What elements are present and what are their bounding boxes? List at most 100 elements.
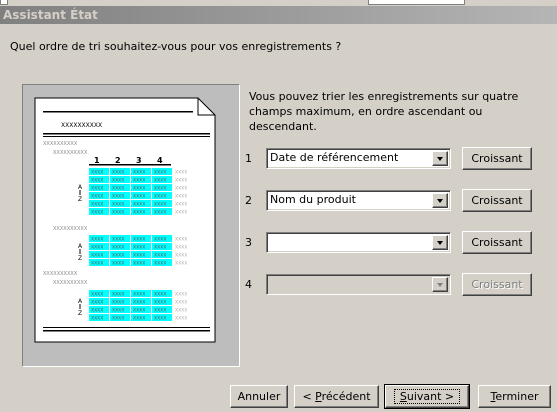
sort-number-2: 2 [245,194,252,207]
preview-cell-text: XXXX [154,292,166,298]
previous-button[interactable]: < Précédent [294,385,379,408]
sort-description: Vous pouvez trier les enregistrements su… [249,90,519,133]
sort-number-4: 4 [245,278,252,291]
preview-cell-text: XXXX [133,300,145,306]
sort-number-3: 3 [245,236,252,249]
preview-cell-text: XXXX [154,308,166,314]
finish-label: erminer [495,390,539,403]
cancel-button[interactable]: Annuler [230,385,288,408]
preview-cell-text: XXXX [112,186,124,192]
preview-cell-text: XXXX [91,237,103,243]
preview-cell-text: XXXX [133,194,145,200]
preview-cell-text: XXXX [175,245,187,251]
preview-cell-text: XXXX [175,253,187,259]
next-accesskey: S [399,390,407,403]
preview-cell-text: XXXX [154,237,166,243]
preview-cell-text: XXXX [112,292,124,298]
preview-cell-text: XXXX [175,202,187,208]
sort-number-1: 1 [245,152,252,165]
preview-cell-text: XXXX [91,245,103,251]
preview-column-header: 3 [136,156,142,165]
parent-field-right [368,0,465,5]
sort-field-1-value: Date de référencement [270,151,399,164]
next-button[interactable]: Suivant > [384,384,470,409]
preview-cell-text: XXXX [154,186,166,192]
preview-cell-text: XXXX [91,316,103,322]
sort-order-2-button[interactable]: Croissant [462,189,532,212]
preview-title-text: XXXXXXXXXX [61,122,102,129]
window-title: Assistant État [3,8,98,22]
chevron-down-icon[interactable] [432,193,448,208]
preview-cell-text: XXXX [175,300,187,306]
preview-cell-text: XXXX [154,245,166,251]
preview-cell-text: XXXX [175,292,187,298]
preview-cell-text: XXXX [112,261,124,267]
preview-cell-text: XXXX [175,178,187,184]
preview-group-label: XXXXXXXXXX [53,226,88,232]
preview-cell-text: XXXX [112,202,124,208]
preview-cell-text: XXXX [154,202,166,208]
sort-order-4-button: Croissant [462,273,532,296]
preview-group-label: XXXXXXXXXX [43,141,78,147]
preview-cell-text: XXXX [112,194,124,200]
preview-cell-text: XXXX [175,210,187,216]
preview-rule [43,111,193,113]
preview-group-label: XXXXXXXXXX [53,280,88,286]
preview-cell-text: XXXX [154,253,166,259]
chevron-down-icon[interactable] [432,151,448,166]
preview-cell-text: XXXX [154,316,166,322]
preview-rule [43,330,210,332]
preview-cell-text: XXXX [175,194,187,200]
preview-cell-text: XXXX [112,316,124,322]
preview-cell-text: XXXX [154,194,166,200]
preview-cell-text: XXXX [133,186,145,192]
preview-page [34,97,216,343]
preview-cell-text: XXXX [91,261,103,267]
preview-column-header: 2 [115,156,121,165]
preview-cell-text: XXXX [133,210,145,216]
preview-cell-text: XXXX [91,202,103,208]
preview-cell-text: XXXX [154,300,166,306]
finish-button[interactable]: Terminer [478,385,551,408]
preview-header-rule [89,164,171,166]
preview-cell-text: XXXX [133,170,145,176]
preview-cell-text: XXXX [91,186,103,192]
sort-field-3-select[interactable] [266,232,451,253]
report-preview: XXXXXXXXXX XXXXXXXXXX XXXXXXXXXX 1 2 3 4 XXXX XX… [22,84,240,367]
preview-cell-text: XXXX [133,237,145,243]
preview-cell-text: XXXX [133,308,145,314]
preview-cell-text: XXXX [175,308,187,314]
title-bar[interactable]: Assistant État [0,6,557,24]
preview-group-label: XXXXXXXXXX [43,271,78,277]
preview-cell-text: XXXX [175,316,187,322]
preview-cell-text: XXXX [133,178,145,184]
wizard-question: Quel ordre de tri souhaitez-vous pour vo… [10,40,342,53]
preview-cell-text: XXXX [91,178,103,184]
preview-cell-text: XXXX [133,245,145,251]
preview-cell-text: XXXX [91,292,103,298]
preview-cell-text: XXXX [91,170,103,176]
sort-order-3-button[interactable]: Croissant [462,231,532,254]
preview-cell-text: XXXX [154,170,166,176]
preview-cell-text: XXXX [133,253,145,259]
chevron-down-icon [432,277,448,292]
chevron-down-icon[interactable] [432,235,448,250]
preview-cell-text: XXXX [91,308,103,314]
preview-cell-text: XXXX [133,261,145,267]
sort-field-1-select[interactable]: Date de référencement [266,148,451,169]
sort-field-2-select[interactable]: Nom du produit [266,190,451,211]
preview-column-header: 4 [157,156,163,165]
sort-order-1-button[interactable]: Croissant [462,147,532,170]
preview-cell-text: XXXX [112,300,124,306]
preview-cell-text: XXXX [112,253,124,259]
preview-cell-text: XXXX [133,202,145,208]
preview-cell-text: XXXX [154,261,166,267]
preview-cell-text: XXXX [112,210,124,216]
previous-label: récédent [321,390,371,403]
preview-cell-text: XXXX [175,261,187,267]
preview-column-header: 1 [94,156,100,165]
preview-cell-text: XXXX [91,253,103,259]
sort-field-4-select [266,274,451,295]
preview-cell-text: XXXX [112,245,124,251]
preview-cell-text: XXXX [112,170,124,176]
